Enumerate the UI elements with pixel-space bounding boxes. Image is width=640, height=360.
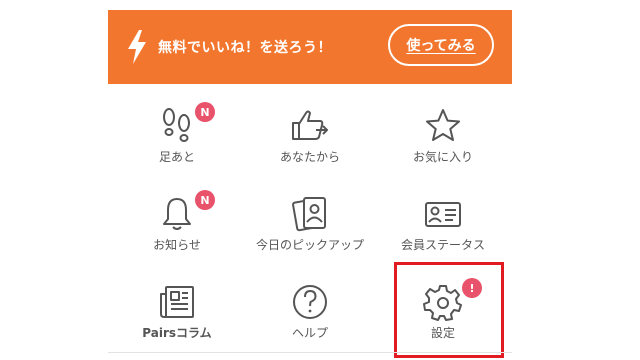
menu-grid: N 足あと あなたから お気に入り N お知らせ 今日のピックアップ 会員ステー… bbox=[108, 84, 512, 360]
star-icon bbox=[423, 106, 463, 146]
menu-item-footprints[interactable]: N 足あと bbox=[110, 90, 244, 178]
newspaper-icon bbox=[157, 282, 197, 322]
menu-item-label: お気に入り bbox=[412, 150, 473, 164]
menu-item-label: 足あと bbox=[158, 150, 195, 164]
menu-item-label: お知らせ bbox=[153, 238, 201, 252]
menu-item-label: 今日のピックアップ bbox=[255, 238, 364, 252]
menu-item-notifications[interactable]: N お知らせ bbox=[110, 178, 244, 266]
menu-item-pairs-column[interactable]: Pairsコラム bbox=[110, 266, 244, 354]
menu-item-label: あなたから bbox=[279, 150, 340, 164]
try-it-button[interactable]: 使ってみる bbox=[388, 24, 494, 66]
settings-highlight-box bbox=[394, 262, 504, 358]
lightning-icon bbox=[128, 30, 146, 64]
menu-item-help[interactable]: ヘルプ bbox=[243, 266, 377, 354]
menu-item-member-status[interactable]: 会員ステータス bbox=[376, 178, 510, 266]
new-badge: N bbox=[195, 190, 215, 210]
id-card-icon bbox=[423, 194, 463, 234]
cards-icon bbox=[290, 194, 330, 234]
menu-item-label: ヘルプ bbox=[291, 326, 328, 340]
footprints-icon bbox=[157, 106, 197, 146]
free-like-promo-banner: 無料でいいね！を送ろう！ 使ってみる bbox=[108, 10, 512, 84]
promo-message: 無料でいいね！を送ろう！ bbox=[158, 40, 332, 56]
help-icon bbox=[290, 282, 330, 322]
menu-item-todays-pickup[interactable]: 今日のピックアップ bbox=[243, 178, 377, 266]
menu-item-label: Pairsコラム bbox=[142, 326, 212, 340]
thumbs-up-icon bbox=[290, 106, 330, 146]
new-badge: N bbox=[195, 102, 215, 122]
bell-icon bbox=[157, 194, 197, 234]
menu-item-favorites[interactable]: お気に入り bbox=[376, 90, 510, 178]
bottom-divider bbox=[108, 352, 512, 353]
menu-item-from-you[interactable]: あなたから bbox=[243, 90, 377, 178]
app-screen: 無料でいいね！を送ろう！ 使ってみる N 足あと あなたから お気に入り N お… bbox=[108, 0, 512, 360]
menu-item-label: 会員ステータス bbox=[400, 238, 485, 252]
